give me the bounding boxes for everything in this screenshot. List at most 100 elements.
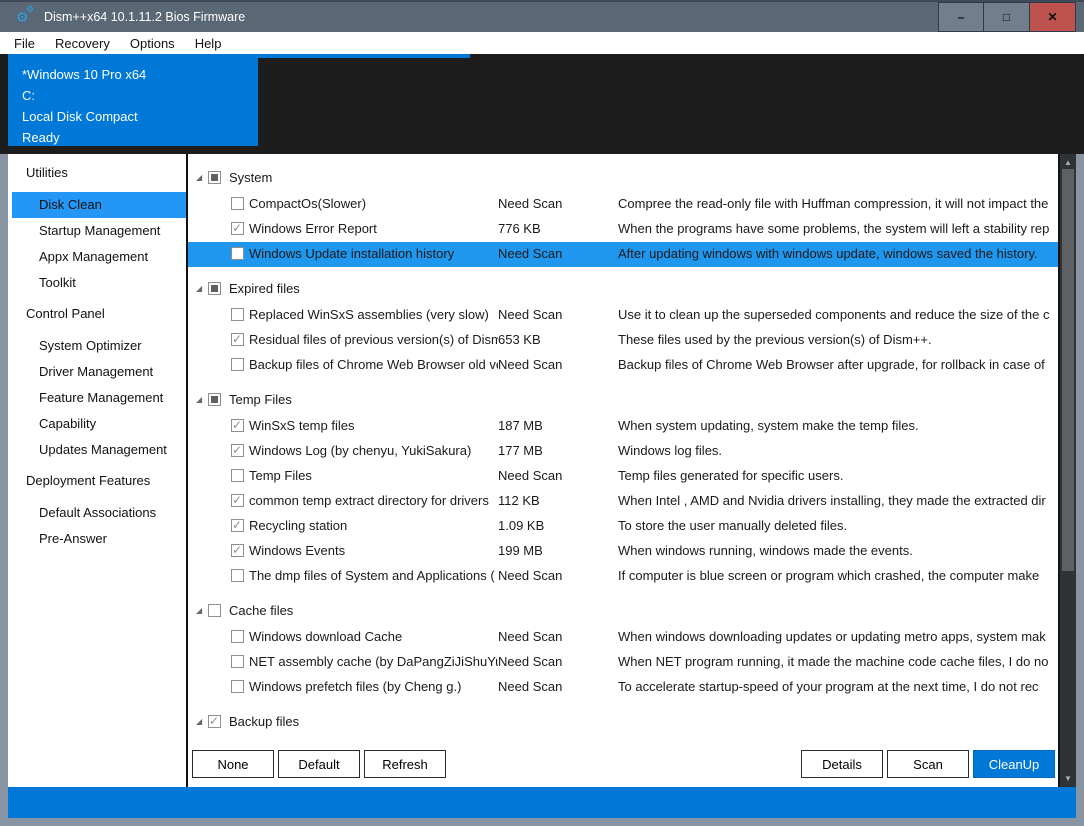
scrollbar-thumb[interactable]: [1062, 169, 1074, 571]
cleanup-item-row[interactable]: Windows Update installation historyNeed …: [188, 242, 1058, 267]
sidebar-item-system-optimizer[interactable]: System Optimizer: [8, 333, 186, 359]
cleanup-button[interactable]: CleanUp: [973, 750, 1055, 778]
scan-button[interactable]: Scan: [887, 750, 969, 778]
group-checkbox[interactable]: [208, 171, 221, 184]
menu-bar: File Recovery Options Help: [0, 32, 1084, 54]
item-checkbox[interactable]: [231, 519, 244, 532]
sidebar-item-updates-management[interactable]: Updates Management: [8, 437, 186, 463]
content-area: Utilities Disk CleanStartup ManagementApp…: [8, 154, 1076, 787]
expand-arrow-icon[interactable]: ◢: [194, 606, 208, 615]
sidebar-item-pre-answer[interactable]: Pre-Answer: [8, 526, 186, 552]
cleanup-item-row[interactable]: Windows prefetch files (by Cheng g.)Need…: [188, 675, 1058, 700]
item-label: The dmp files of System and Applications…: [249, 568, 498, 583]
sidebar-section-control-panel: Control Panel: [8, 301, 186, 327]
main-panel: ◢SystemCompactOs(Slower)Need ScanCompree…: [188, 154, 1058, 787]
item-checkbox[interactable]: [231, 419, 244, 432]
menu-item-recovery[interactable]: Recovery: [45, 36, 120, 51]
none-button[interactable]: None: [192, 750, 274, 778]
sidebar-item-capability[interactable]: Capability: [8, 411, 186, 437]
group-header-system[interactable]: ◢System: [188, 162, 1058, 192]
cleanup-item-row[interactable]: The dmp files of System and Applications…: [188, 564, 1058, 589]
item-label: Windows Log (by chenyu, YukiSakura): [249, 443, 498, 458]
sidebar-item-disk-clean[interactable]: Disk Clean: [12, 192, 186, 218]
sidebar-item-default-associations[interactable]: Default Associations: [8, 500, 186, 526]
item-checkbox[interactable]: [231, 544, 244, 557]
item-checkbox[interactable]: [231, 630, 244, 643]
title-bar[interactable]: ⚙ ⚙ Dism++x64 10.1.11.2 Bios Firmware – …: [0, 2, 1084, 32]
close-button[interactable]: ✕: [1030, 2, 1076, 32]
scroll-down-icon[interactable]: ▼: [1060, 771, 1076, 786]
item-size: Need Scan: [498, 629, 610, 644]
sidebar-item-driver-management[interactable]: Driver Management: [8, 359, 186, 385]
menu-item-help[interactable]: Help: [185, 36, 232, 51]
item-label: WinSxS temp files: [249, 418, 498, 433]
group-checkbox[interactable]: [208, 282, 221, 295]
item-checkbox[interactable]: [231, 197, 244, 210]
group-checkbox[interactable]: [208, 715, 221, 728]
scroll-up-icon[interactable]: ▲: [1060, 155, 1076, 170]
cleanup-item-row[interactable]: Windows Events199 MBWhen windows running…: [188, 539, 1058, 564]
item-description: When NET program running, it made the ma…: [618, 654, 1057, 669]
os-drive: C:: [22, 85, 258, 106]
os-tab[interactable]: *Windows 10 Pro x64 C: Local Disk Compac…: [8, 54, 258, 146]
cleanup-item-row[interactable]: Windows Error Report776 KBWhen the progr…: [188, 217, 1058, 242]
expand-arrow-icon[interactable]: ◢: [194, 717, 208, 726]
item-label: CompactOs(Slower): [249, 196, 498, 211]
expand-arrow-icon[interactable]: ◢: [194, 173, 208, 182]
cleanup-item-row[interactable]: Temp FilesNeed ScanTemp files generated …: [188, 464, 1058, 489]
item-size: Need Scan: [498, 196, 610, 211]
os-status: Ready: [22, 127, 258, 148]
expand-arrow-icon[interactable]: ◢: [194, 395, 208, 404]
item-description: To store the user manually deleted files…: [618, 518, 1057, 533]
item-size: 177 MB: [498, 443, 610, 458]
group-checkbox[interactable]: [208, 604, 221, 617]
item-checkbox[interactable]: [231, 469, 244, 482]
sidebar-item-startup-management[interactable]: Startup Management: [8, 218, 186, 244]
item-checkbox[interactable]: [231, 247, 244, 260]
maximize-button[interactable]: □: [984, 2, 1030, 32]
group-header-temp-files[interactable]: ◢Temp Files: [188, 384, 1058, 414]
sidebar-item-feature-management[interactable]: Feature Management: [8, 385, 186, 411]
item-checkbox[interactable]: [231, 655, 244, 668]
menu-item-file[interactable]: File: [14, 36, 45, 51]
cleanup-item-row[interactable]: Windows Log (by chenyu, YukiSakura)177 M…: [188, 439, 1058, 464]
item-checkbox[interactable]: [231, 494, 244, 507]
expand-arrow-icon[interactable]: ◢: [194, 284, 208, 293]
details-button[interactable]: Details: [801, 750, 883, 778]
minimize-button[interactable]: –: [938, 2, 984, 32]
sidebar-item-appx-management[interactable]: Appx Management: [8, 244, 186, 270]
cleanup-item-row[interactable]: WinSxS temp files187 MBWhen system updat…: [188, 414, 1058, 439]
item-size: Need Scan: [498, 654, 610, 669]
sidebar-section-utilities: Utilities: [8, 160, 186, 186]
menu-item-options[interactable]: Options: [120, 36, 185, 51]
group-header-backup-files[interactable]: ◢Backup files: [188, 706, 1058, 736]
refresh-button[interactable]: Refresh: [364, 750, 446, 778]
item-label: Recycling station: [249, 518, 498, 533]
item-label: Windows prefetch files (by Cheng g.): [249, 679, 498, 694]
window-controls: – □ ✕: [938, 2, 1076, 32]
vertical-scrollbar[interactable]: ▲ ▼: [1058, 154, 1076, 787]
group-header-expired-files[interactable]: ◢Expired files: [188, 273, 1058, 303]
cleanup-item-row[interactable]: common temp extract directory for driver…: [188, 489, 1058, 514]
sidebar-item-toolkit[interactable]: Toolkit: [8, 270, 186, 296]
item-checkbox[interactable]: [231, 308, 244, 321]
cleanup-item-row[interactable]: CompactOs(Slower)Need Scan Compree the re…: [188, 192, 1058, 217]
cleanup-item-row[interactable]: Replaced WinSxS assemblies (very slow)Ne…: [188, 303, 1058, 328]
item-checkbox[interactable]: [231, 358, 244, 371]
item-checkbox[interactable]: [231, 680, 244, 693]
item-checkbox[interactable]: [231, 222, 244, 235]
group-checkbox[interactable]: [208, 393, 221, 406]
item-checkbox[interactable]: [231, 569, 244, 582]
item-label: NET assembly cache (by DaPangZiJiShuYuan…: [249, 654, 498, 669]
item-description: Compree the read-only file with Huffman …: [618, 196, 1057, 211]
item-description: When windows running, windows made the e…: [618, 543, 1057, 558]
item-checkbox[interactable]: [231, 333, 244, 346]
group-header-cache-files[interactable]: ◢Cache files: [188, 595, 1058, 625]
cleanup-item-row[interactable]: NET assembly cache (by DaPangZiJiShuYuan…: [188, 650, 1058, 675]
cleanup-item-row[interactable]: Windows download CacheNeed ScanWhen wind…: [188, 625, 1058, 650]
item-checkbox[interactable]: [231, 444, 244, 457]
cleanup-item-row[interactable]: Recycling station1.09 KBTo store the use…: [188, 514, 1058, 539]
default-button[interactable]: Default: [278, 750, 360, 778]
cleanup-item-row[interactable]: Backup files of Chrome Web Browser old v…: [188, 353, 1058, 378]
cleanup-item-row[interactable]: Residual files of previous version(s) of…: [188, 328, 1058, 353]
